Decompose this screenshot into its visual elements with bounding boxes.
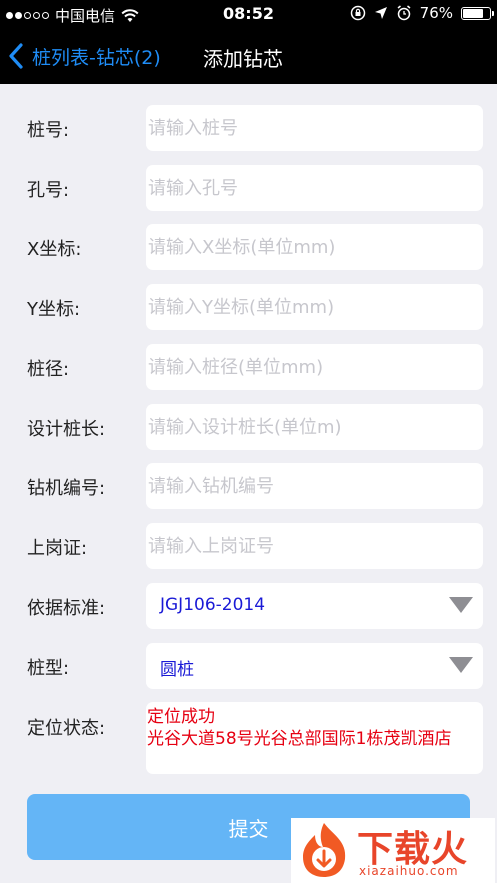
certificate-field (146, 523, 483, 569)
hole-no-field (146, 165, 483, 211)
battery-icon (461, 6, 494, 20)
drill-no-input[interactable] (146, 463, 483, 509)
location-status: 定位成功 (147, 707, 215, 727)
hole-no-input[interactable] (146, 165, 483, 211)
drill-no-field (146, 463, 483, 509)
back-button[interactable]: 桩列表-钻芯(2) (8, 38, 161, 74)
design-length-label: 设计桩长: (27, 419, 106, 440)
design-length-input[interactable] (146, 404, 483, 450)
pile-type-select[interactable]: 圆桩 (146, 643, 483, 689)
page-title: 添加钻芯 (203, 47, 283, 71)
pile-type-label: 桩型: (27, 658, 70, 679)
watermark-logo: 下载火 xiazaihuo.com (291, 818, 495, 883)
certificate-input[interactable] (146, 523, 483, 569)
design-length-field (146, 404, 483, 450)
standard-label: 依据标准: (27, 598, 106, 619)
watermark-url: xiazaihuo.com (359, 864, 459, 878)
x-coord-input[interactable] (146, 224, 483, 270)
location-row: 定位状态: 定位成功 光谷大道58号光谷总部国际1栋茂凯酒店 (0, 702, 497, 774)
x-coord-field (146, 224, 483, 270)
flame-logo-icon (303, 823, 346, 877)
pile-type-select-value: 圆桩 (160, 660, 194, 680)
rotation-lock-icon (350, 5, 365, 21)
hole-no-row: 孔号: (0, 165, 497, 211)
pile-no-label: 桩号: (27, 120, 70, 141)
y-coord-input[interactable] (146, 284, 483, 330)
pile-diameter-input[interactable] (146, 344, 483, 390)
pile-no-field (146, 105, 483, 151)
drill-no-label: 钻机编号: (27, 478, 106, 499)
x-coord-label: X坐标: (27, 239, 82, 260)
certificate-row: 上岗证: (0, 523, 497, 569)
location-address: 光谷大道58号光谷总部国际1栋茂凯酒店 (147, 729, 452, 749)
x-coord-row: X坐标: (0, 224, 497, 270)
standard-select[interactable]: JGJ106-2014 (146, 583, 483, 629)
navigation-bar: 桩列表-钻芯(2) 添加钻芯 (0, 28, 497, 84)
pile-diameter-row: 桩径: (0, 344, 497, 390)
standard-row: 依据标准: JGJ106-2014 (0, 583, 497, 629)
location-text: 定位成功 光谷大道58号光谷总部国际1栋茂凯酒店 (147, 706, 479, 750)
drill-no-row: 钻机编号: (0, 463, 497, 509)
caret-down-icon (449, 597, 473, 613)
hole-no-label: 孔号: (27, 180, 70, 201)
pile-no-input[interactable] (146, 105, 483, 151)
location-field: 定位成功 光谷大道58号光谷总部国际1栋茂凯酒店 (146, 702, 483, 774)
y-coord-row: Y坐标: (0, 284, 497, 330)
pile-diameter-label: 桩径: (27, 359, 70, 380)
pile-type-row: 桩型: 圆桩 (0, 643, 497, 689)
caret-down-icon (449, 657, 473, 673)
status-bar: 中国电信 08:52 76% (0, 0, 497, 28)
alarm-icon (397, 5, 411, 21)
pile-diameter-field (146, 344, 483, 390)
location-arrow-icon (374, 7, 387, 19)
standard-select-value: JGJ106-2014 (160, 595, 266, 615)
back-button-label: 桩列表-钻芯(2) (32, 46, 161, 69)
pile-no-row: 桩号: (0, 105, 497, 151)
certificate-label: 上岗证: (27, 538, 88, 559)
chevron-left-icon (9, 43, 23, 69)
y-coord-field (146, 284, 483, 330)
design-length-row: 设计桩长: (0, 404, 497, 450)
location-label: 定位状态: (27, 718, 106, 739)
y-coord-label: Y坐标: (27, 299, 81, 320)
battery-percent: 76% (419, 4, 453, 22)
